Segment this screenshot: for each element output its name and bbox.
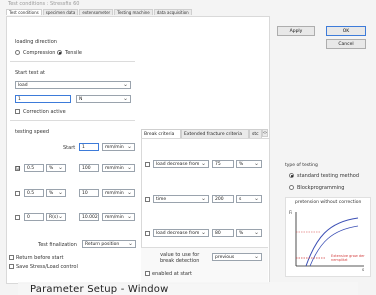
diagram-note: Extensive grow der nemplitzt bbox=[331, 254, 365, 262]
divider bbox=[10, 120, 135, 121]
return-before-start-label: Return before start bbox=[16, 255, 64, 261]
start-mode-select[interactable]: load bbox=[15, 81, 131, 89]
testing-speed-heading: testing speed bbox=[15, 129, 50, 135]
tab-break-criteria[interactable]: Break criteria bbox=[141, 129, 181, 138]
diagram-x-label: s bbox=[362, 267, 365, 272]
loading-direction-heading: loading direction bbox=[15, 39, 57, 45]
pretension-diagram: pretension without correction Fi s Exten… bbox=[285, 197, 371, 277]
break-row-2-checkbox[interactable] bbox=[145, 197, 150, 202]
blockprogramming-radio[interactable] bbox=[289, 185, 294, 190]
speed-row-2-checkbox[interactable] bbox=[15, 191, 20, 196]
speed-row-1-mode-select[interactable]: % bbox=[46, 164, 66, 172]
tensile-radio[interactable] bbox=[57, 50, 62, 55]
compression-label: Compression bbox=[23, 50, 56, 56]
tab-scroll-arrows[interactable]: ‹› bbox=[262, 129, 268, 137]
break-row-3-unit-select[interactable]: % bbox=[236, 229, 262, 237]
tab-extensometer[interactable]: extensometer bbox=[79, 9, 114, 15]
break-row-3-value-input[interactable]: 80 bbox=[212, 229, 234, 237]
speed-row-3-checkbox[interactable] bbox=[15, 215, 20, 220]
speed-row-2-value-input[interactable]: 0.5 bbox=[24, 189, 44, 197]
compression-radio[interactable] bbox=[15, 50, 20, 55]
tab-data-acquisition[interactable]: data acquisition bbox=[153, 9, 192, 15]
correction-label: Correction active bbox=[23, 109, 66, 115]
speed-row-2-speed-input[interactable]: 10 bbox=[79, 189, 99, 197]
break-row-1-unit-select[interactable]: % bbox=[236, 160, 262, 168]
tab-stc[interactable]: stc bbox=[249, 129, 262, 138]
tab-specimen-data[interactable]: specimen data bbox=[42, 9, 79, 15]
save-stress-load-label: Save Stress/Load control bbox=[16, 264, 78, 270]
start-speed-input[interactable]: 1 bbox=[79, 143, 99, 151]
speed-row-2-mode-select[interactable]: % bbox=[46, 189, 66, 197]
parameter-setup-window: Test conditions : Stressfix 60 Test cond… bbox=[0, 0, 376, 295]
break-detection-select[interactable]: previous bbox=[212, 253, 262, 261]
tab-testing-machine[interactable]: Testing machine bbox=[114, 9, 153, 15]
tab-test-conditions[interactable]: Test conditions bbox=[6, 9, 42, 15]
break-row-1-checkbox[interactable] bbox=[145, 162, 150, 167]
break-row-1-mode-select[interactable]: load decrease from bbox=[153, 160, 209, 168]
break-row-2-unit-select[interactable]: s bbox=[236, 195, 262, 203]
diagram-y-label: Fi bbox=[289, 210, 293, 215]
break-row-2-mode-select[interactable]: time bbox=[153, 195, 209, 203]
break-detection-label: value to use for break detection bbox=[160, 252, 200, 264]
speed-row-1-speed-input[interactable]: 100 bbox=[79, 164, 99, 172]
speed-row-2-unit-select[interactable]: mm/min bbox=[102, 189, 135, 197]
speed-row-1-value-input[interactable]: 0.5 bbox=[24, 164, 44, 172]
break-row-2-value-input[interactable]: 200 bbox=[212, 195, 234, 203]
apply-button[interactable]: Apply bbox=[277, 26, 315, 36]
break-row-1-value-input[interactable]: 75 bbox=[212, 160, 234, 168]
speed-row-1-checkbox[interactable]: ☑ bbox=[15, 166, 20, 172]
speed-row-3-unit-select[interactable]: mm/min bbox=[102, 213, 135, 221]
enabled-at-start-checkbox[interactable] bbox=[145, 271, 150, 276]
enabled-at-start-label: enabled at start bbox=[152, 271, 192, 277]
divider bbox=[10, 61, 135, 62]
speed-row-3-mode-select[interactable]: R(s) bbox=[46, 213, 66, 221]
break-row-3-mode-select[interactable]: load decrease from bbox=[153, 229, 209, 237]
start-speed-unit-select[interactable]: mm/min bbox=[102, 143, 135, 151]
break-row-3-checkbox[interactable] bbox=[145, 231, 150, 236]
test-finalization-label: Test finalization bbox=[38, 242, 77, 248]
start-unit-select[interactable]: N bbox=[76, 95, 131, 103]
window-title: Test conditions : Stressfix 60 bbox=[8, 1, 80, 7]
speed-row-1-unit-select[interactable]: mm/min bbox=[102, 164, 135, 172]
save-stress-load-checkbox[interactable] bbox=[9, 264, 14, 269]
blockprogramming-label: Blockprogramming bbox=[297, 185, 345, 191]
return-before-start-checkbox[interactable] bbox=[9, 255, 14, 260]
main-tab-bar: Test conditions specimen data extensomet… bbox=[6, 9, 193, 15]
type-of-testing-heading: type of testing bbox=[285, 163, 318, 168]
start-value-input[interactable]: 1 bbox=[15, 95, 71, 103]
cancel-button[interactable]: Cancel bbox=[326, 39, 366, 49]
caption-text: Parameter Setup - Window bbox=[30, 284, 169, 295]
diagram-svg bbox=[295, 212, 364, 267]
start-test-heading: Start test at bbox=[15, 70, 46, 76]
test-finalization-select[interactable]: Return position bbox=[82, 240, 136, 248]
standard-testing-radio[interactable] bbox=[289, 173, 294, 178]
standard-testing-label: standard testing method bbox=[297, 173, 359, 179]
ok-button[interactable]: OK bbox=[326, 26, 366, 36]
correction-checkbox[interactable] bbox=[15, 109, 20, 114]
speed-row-3-speed-input[interactable]: 10.002 bbox=[79, 213, 99, 221]
tensile-label: Tensile bbox=[65, 50, 82, 56]
tab-extended-fracture-criteria[interactable]: Extended fracture criteria bbox=[181, 129, 249, 138]
speed-row-3-value-input[interactable]: 0 bbox=[24, 213, 44, 221]
start-speed-label: Start bbox=[63, 145, 76, 151]
